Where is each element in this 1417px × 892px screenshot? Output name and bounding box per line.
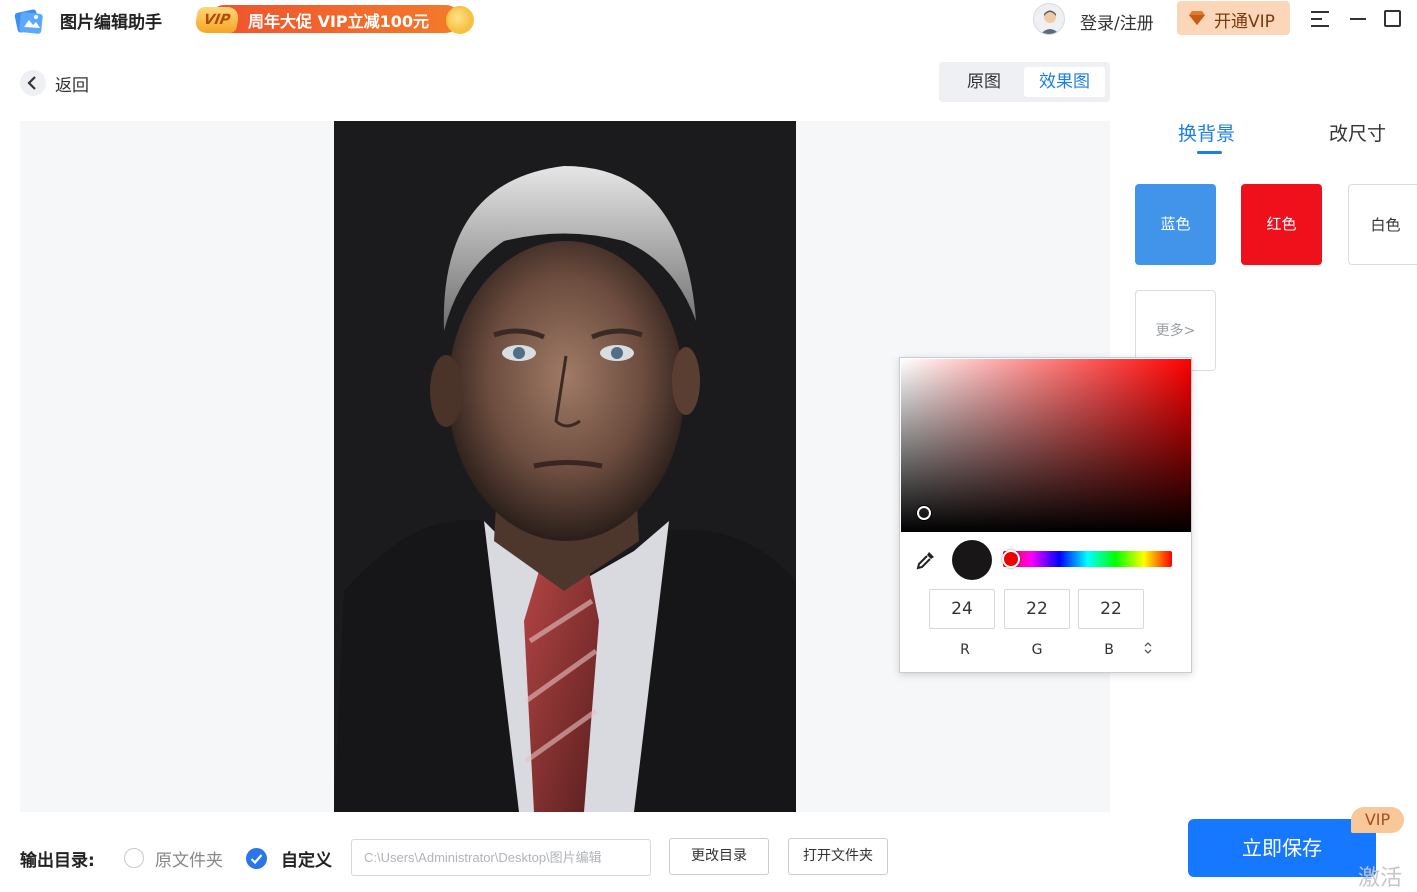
promo-text: 周年大促 VIP立减100元 <box>248 12 430 31</box>
radio-custom[interactable] <box>246 848 267 869</box>
view-switch: 原图 效果图 <box>939 62 1110 102</box>
active-tab-indicator <box>1197 151 1222 154</box>
menu-icon[interactable] <box>1307 6 1333 32</box>
portrait-photo <box>334 121 796 812</box>
tab-effect[interactable]: 效果图 <box>1024 67 1105 97</box>
diamond-icon <box>1189 11 1205 25</box>
save-now-button[interactable]: 立即保存 <box>1188 819 1376 877</box>
coin-icon <box>446 6 474 34</box>
red-input[interactable]: 24 <box>929 589 995 629</box>
swatch-red[interactable]: 红色 <box>1241 184 1322 265</box>
output-dir-label: 输出目录: <box>20 851 95 871</box>
change-directory-button[interactable]: 更改目录 <box>669 838 769 875</box>
login-register-link[interactable]: 登录/注册 <box>1080 9 1154 34</box>
red-label: R <box>960 642 970 658</box>
swatch-blue[interactable]: 蓝色 <box>1135 184 1216 265</box>
radio-original-folder-label[interactable]: 原文件夹 <box>155 846 223 871</box>
avatar[interactable] <box>1033 3 1065 35</box>
color-picker-popup: 24 22 22 R G B <box>899 357 1192 673</box>
green-input[interactable]: 22 <box>1004 589 1070 629</box>
saturation-value-area[interactable] <box>901 359 1191 532</box>
app-logo-icon <box>10 3 48 37</box>
output-path-field[interactable]: C:\Users\Administrator\Desktop\图片编辑 <box>351 839 651 876</box>
open-vip-label: 开通VIP <box>1214 12 1275 32</box>
mode-toggle-icon[interactable] <box>1144 642 1152 657</box>
title-bar: 图片编辑助手 VIP 周年大促 VIP立减100元 登录/注册 开通VIP <box>0 0 1417 40</box>
color-preview <box>952 540 992 580</box>
promo-banner[interactable]: VIP 周年大促 VIP立减100元 <box>193 3 476 35</box>
tab-original[interactable]: 原图 <box>945 67 1023 97</box>
radio-original-folder[interactable] <box>124 848 144 868</box>
blue-input[interactable]: 22 <box>1078 589 1144 629</box>
open-folder-button[interactable]: 打开文件夹 <box>788 838 888 875</box>
tab-change-background[interactable]: 换背景 <box>1178 119 1235 146</box>
open-vip-button[interactable]: 开通VIP <box>1177 1 1290 35</box>
vip-badge: VIP <box>1351 807 1404 833</box>
sv-cursor[interactable] <box>917 506 931 520</box>
radio-custom-label[interactable]: 自定义 <box>281 846 332 871</box>
back-button[interactable]: 返回 <box>18 68 98 98</box>
back-label: 返回 <box>55 76 89 96</box>
swatch-white[interactable]: 白色 <box>1348 184 1417 265</box>
tab-resize[interactable]: 改尺寸 <box>1329 119 1386 146</box>
promo-vip-tag: VIP <box>193 7 241 33</box>
hue-slider-thumb[interactable] <box>1002 550 1020 568</box>
maximize-icon[interactable] <box>1380 6 1406 32</box>
hue-slider[interactable] <box>1003 551 1172 567</box>
green-label: G <box>1031 642 1043 658</box>
blue-label: B <box>1104 642 1114 658</box>
check-icon <box>250 854 263 865</box>
app-title: 图片编辑助手 <box>60 13 162 33</box>
minimize-icon[interactable] <box>1345 6 1371 32</box>
activate-watermark: 激活 <box>1358 866 1403 891</box>
eyedropper-icon[interactable] <box>916 550 936 570</box>
chevron-left-icon <box>20 70 46 96</box>
